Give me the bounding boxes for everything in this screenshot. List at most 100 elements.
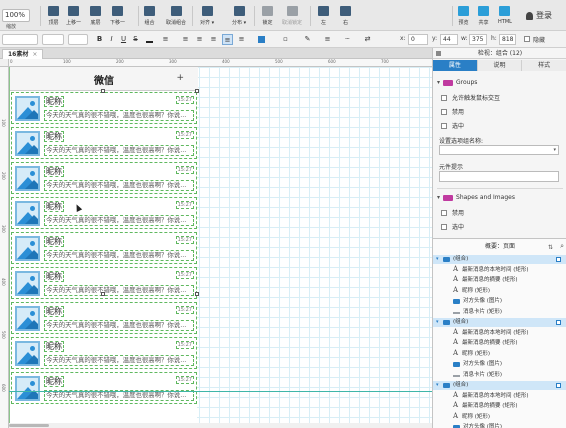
outline-item[interactable]: 对方头像 (图片) xyxy=(433,423,566,428)
login-button[interactable]: 登录 xyxy=(526,10,552,21)
group-button[interactable]: 组合 xyxy=(144,6,155,28)
line-width-button[interactable]: ≡ xyxy=(322,34,333,45)
shape-disabled-checkbox[interactable]: 禁用 xyxy=(441,208,464,217)
html-button[interactable]: HTML xyxy=(498,6,512,28)
chevron-down-icon[interactable]: ▾ xyxy=(436,381,439,390)
valign-middle-icon[interactable]: ≡ xyxy=(236,34,247,45)
avatar-image-icon[interactable] xyxy=(15,376,40,401)
message-summary[interactable]: 今天的天气真的很不错哦，温度也很高啊？你说... xyxy=(44,320,194,331)
strike-button[interactable]: S xyxy=(130,34,141,45)
avatar-image-icon[interactable] xyxy=(15,306,40,331)
message-time[interactable]: 15:27 xyxy=(175,376,194,384)
selected-checkbox[interactable]: 选中 xyxy=(441,121,464,130)
mouse-interaction-checkbox[interactable]: 允许触发鼠标交互 xyxy=(441,93,500,102)
avatar-image-icon[interactable] xyxy=(15,271,40,296)
arrow-style-button[interactable]: ⇄ xyxy=(362,34,373,45)
y-field[interactable]: 44 xyxy=(440,34,458,45)
bullet-list-icon[interactable]: ≡ xyxy=(160,34,171,45)
message-card[interactable]: 昵称 15:27 今天的天气真的很不错哦，温度也很高啊？你说... xyxy=(11,127,197,159)
align-center-icon[interactable]: ≡ xyxy=(194,34,205,45)
disabled-checkbox[interactable]: 禁用 xyxy=(441,107,464,116)
outline-item[interactable]: 对方头像 (图片) xyxy=(433,297,566,306)
fill-color-button[interactable] xyxy=(256,34,267,45)
wechat-header[interactable]: 微信 + xyxy=(10,67,198,91)
outline-item[interactable]: A 昵称 (矩形) xyxy=(433,286,566,296)
message-time[interactable]: 15:27 xyxy=(175,96,194,104)
checkbox-box[interactable] xyxy=(441,108,447,115)
selection-handle[interactable] xyxy=(195,89,199,93)
align-right-icon[interactable]: ≡ xyxy=(208,34,219,45)
bold-button[interactable]: B xyxy=(94,34,105,45)
checkbox-box[interactable] xyxy=(441,122,447,129)
nickname-text[interactable]: 昵称 xyxy=(44,166,64,177)
send-to-back-button[interactable]: 底层 xyxy=(90,6,101,28)
message-summary[interactable]: 今天的天气真的很不错哦，温度也很高啊？你说... xyxy=(44,285,194,296)
avatar-image-icon[interactable] xyxy=(15,96,40,121)
message-summary[interactable]: 今天的天气真的很不错哦，温度也很高啊？你说... xyxy=(44,355,194,366)
outline-item[interactable]: A 最新消息的本地时间 (矩形) xyxy=(433,328,566,338)
message-time[interactable]: 15:27 xyxy=(175,341,194,349)
message-summary[interactable]: 今天的天气真的很不错哦，温度也很高啊？你说... xyxy=(44,145,194,156)
shape-selected-checkbox[interactable]: 选中 xyxy=(441,222,464,231)
tab-16-material[interactable]: 16素材 × xyxy=(2,49,44,59)
hidden-checkbox[interactable] xyxy=(524,36,530,42)
chevron-down-icon[interactable]: ▾ xyxy=(436,318,439,327)
message-card[interactable]: 昵称 15:27 今天的天气真的很不错哦，温度也很高啊？你说... xyxy=(11,372,197,404)
message-time[interactable]: 15:27 xyxy=(175,166,194,174)
avatar-image-icon[interactable] xyxy=(15,166,40,191)
selection-handle[interactable] xyxy=(195,292,199,296)
underline-button[interactable]: U xyxy=(118,34,129,45)
chevron-down-icon[interactable]: ▾ xyxy=(436,255,439,264)
message-card[interactable]: 昵称 15:27 今天的天气真的很不错哦，温度也很高啊？你说... xyxy=(11,232,197,264)
left-button[interactable]: 左 xyxy=(318,6,329,28)
message-card[interactable]: 昵称 15:27 今天的天气真的很不错哦，温度也很高啊？你说... xyxy=(11,197,197,229)
outline-item[interactable]: A 最新消息的摘要 (矩形) xyxy=(433,338,566,348)
message-time[interactable]: 15:27 xyxy=(175,131,194,139)
bring-forward-button[interactable]: 上移一 xyxy=(66,6,81,28)
tooltip-input[interactable] xyxy=(439,171,559,182)
height-field[interactable]: 818 xyxy=(499,34,516,45)
font-select[interactable] xyxy=(42,34,64,45)
checkbox-box[interactable] xyxy=(441,94,447,101)
message-time[interactable]: 15:27 xyxy=(175,201,194,209)
message-summary[interactable]: 今天的天气真的很不错哦，温度也很高啊？你说... xyxy=(44,180,194,191)
message-time[interactable]: 15:27 xyxy=(175,306,194,314)
option-group-select[interactable]: ▾ xyxy=(439,145,559,155)
style-select[interactable] xyxy=(2,34,38,45)
align-button[interactable]: 对齐 ▾ xyxy=(200,6,214,28)
bring-to-front-button[interactable]: 顶层 xyxy=(48,6,59,28)
visibility-icon[interactable] xyxy=(556,257,561,262)
horizontal-scrollbar[interactable] xyxy=(9,423,432,428)
avatar-image-icon[interactable] xyxy=(15,131,40,156)
checkbox-box[interactable] xyxy=(441,223,447,230)
tab-properties[interactable]: 属性 xyxy=(433,60,478,71)
nickname-text[interactable]: 昵称 xyxy=(44,236,64,247)
outline-item[interactable]: 消息卡片 (矩形) xyxy=(433,308,566,317)
nickname-text[interactable]: 昵称 xyxy=(44,131,64,142)
plus-icon[interactable]: + xyxy=(176,73,184,83)
wechat-mockup[interactable]: 微信 + 昵称 15:27 今天的天气真的很不错哦，温度也很高啊？你说... 昵称 15… xyxy=(9,67,199,428)
align-left-icon[interactable]: ≡ xyxy=(180,34,191,45)
lock-button[interactable]: 锁定 xyxy=(262,6,273,28)
message-summary[interactable]: 今天的天气真的很不错哦，温度也很高啊？你说... xyxy=(44,110,194,121)
outline-item[interactable]: A 昵称 (矩形) xyxy=(433,412,566,422)
filter-icon[interactable]: ⇅ xyxy=(548,242,553,253)
distribute-button[interactable]: 分布 ▾ xyxy=(232,6,246,28)
visibility-icon[interactable] xyxy=(556,320,561,325)
message-summary[interactable]: 今天的天气真的很不错哦，温度也很高啊？你说... xyxy=(44,250,194,261)
guide-line[interactable] xyxy=(9,391,432,392)
nickname-text[interactable]: 昵称 xyxy=(44,271,64,282)
x-field[interactable]: 0 xyxy=(408,34,428,45)
message-card[interactable]: 昵称 15:27 今天的天气真的很不错哦，温度也很高啊？你说... xyxy=(11,92,197,124)
design-canvas[interactable]: 微信 + 昵称 15:27 今天的天气真的很不错哦，温度也很高啊？你说... 昵称 15… xyxy=(9,67,432,428)
search-icon[interactable]: ⌕ xyxy=(560,241,564,252)
nickname-text[interactable]: 昵称 xyxy=(44,376,64,387)
send-backward-button[interactable]: 下移一 xyxy=(110,6,125,28)
font-size-select[interactable] xyxy=(68,34,88,45)
line-style-button[interactable]: ┄ xyxy=(342,34,353,45)
message-summary[interactable]: 今天的天气真的很不错哦，温度也很高啊？你说... xyxy=(44,215,194,226)
visibility-icon[interactable] xyxy=(556,383,561,388)
zoom-select[interactable]: 100% xyxy=(2,9,30,22)
line-color-button[interactable]: ✎ xyxy=(302,34,313,45)
preview-button[interactable]: 预览 xyxy=(458,6,469,28)
